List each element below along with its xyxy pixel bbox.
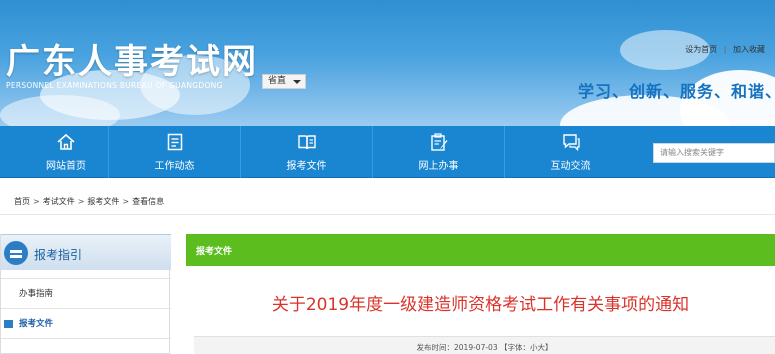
- breadcrumb-separator: >: [77, 197, 85, 206]
- set-home-link[interactable]: 设为首页: [685, 45, 717, 54]
- home-icon: [57, 133, 75, 150]
- chat-bubbles-icon: [562, 134, 580, 152]
- content-section-header: 报考文件: [186, 234, 775, 266]
- breadcrumb-item[interactable]: 考试文件: [43, 197, 75, 206]
- link-separator: |: [723, 45, 727, 54]
- breadcrumb-item[interactable]: 首页: [14, 197, 30, 206]
- divider: [0, 214, 775, 215]
- sidebar-title: 报考指引: [34, 248, 83, 262]
- nav-item-label: 互动交流: [550, 161, 591, 172]
- add-favorite-link[interactable]: 加入收藏: [733, 45, 765, 54]
- active-marker-icon: [4, 320, 13, 328]
- breadcrumb-separator: >: [33, 197, 40, 206]
- site-logo-subtitle: PERSONNEL EXAMINATIONS BUREAU OF GUANGDO…: [6, 81, 223, 90]
- province-select-value: 省直: [268, 76, 287, 86]
- sidebar-header: 报考指引: [1, 234, 171, 270]
- sidebar: 报考指引 办事指南 报考文件: [0, 234, 171, 354]
- breadcrumb-separator: >: [122, 197, 130, 206]
- content-panel: 报考文件 关于2019年度一级建造师资格考试工作有关事项的通知 发布时间：201…: [186, 234, 775, 354]
- province-select[interactable]: 省直: [262, 74, 306, 89]
- clipboard-edit-icon: [430, 133, 447, 151]
- sidebar-item-label: 办事指南: [19, 289, 54, 299]
- header-banner: 广东人事考试网 PERSONNEL EXAMINATIONS BUREAU OF…: [0, 0, 775, 126]
- menu-icon: [4, 241, 28, 265]
- article-title: 关于2019年度一级建造师资格考试工作有关事项的通知: [271, 295, 690, 315]
- breadcrumb-item-current: 查看信息: [132, 197, 165, 206]
- breadcrumb-item[interactable]: 报考文件: [87, 197, 119, 206]
- page: 广东人事考试网 PERSONNEL EXAMINATIONS BUREAU OF…: [0, 0, 775, 354]
- open-book-icon: [297, 135, 316, 150]
- article-meta: 发布时间：2019-07-03 【字体：小大】: [416, 343, 553, 352]
- nav-item-exam-files[interactable]: 报考文件: [240, 126, 372, 178]
- sidebar-item-guide[interactable]: 办事指南: [1, 278, 171, 308]
- sidebar-item-exam-files[interactable]: 报考文件: [1, 308, 171, 338]
- nav-item-label: 报考文件: [286, 161, 327, 172]
- chevron-down-icon: [293, 80, 301, 84]
- site-logo-title[interactable]: 广东人事考试网: [6, 34, 258, 83]
- top-links: 设为首页 | 加入收藏: [685, 44, 765, 55]
- nav-item-label: 工作动态: [154, 161, 195, 172]
- breadcrumb: 首页 > 考试文件 > 报考文件 > 查看信息: [14, 196, 164, 207]
- nav-item-work-news[interactable]: 工作动态: [108, 126, 240, 178]
- nav-item-interaction[interactable]: 互动交流: [504, 126, 636, 178]
- nav-item-online-services[interactable]: 网上办事: [372, 126, 504, 178]
- slogan-text: 学习、创新、服务、和谐、: [578, 82, 775, 101]
- article-meta-bar: 发布时间：2019-07-03 【字体：小大】: [194, 336, 775, 354]
- search-input[interactable]: 请输入搜索关键字: [653, 143, 775, 163]
- document-list-icon: [167, 133, 182, 151]
- content-section-label: 报考文件: [196, 247, 233, 257]
- sidebar-item[interactable]: [1, 338, 171, 354]
- sidebar-item-label: 报考文件: [19, 319, 54, 329]
- nav-item-label: 网上办事: [418, 161, 459, 172]
